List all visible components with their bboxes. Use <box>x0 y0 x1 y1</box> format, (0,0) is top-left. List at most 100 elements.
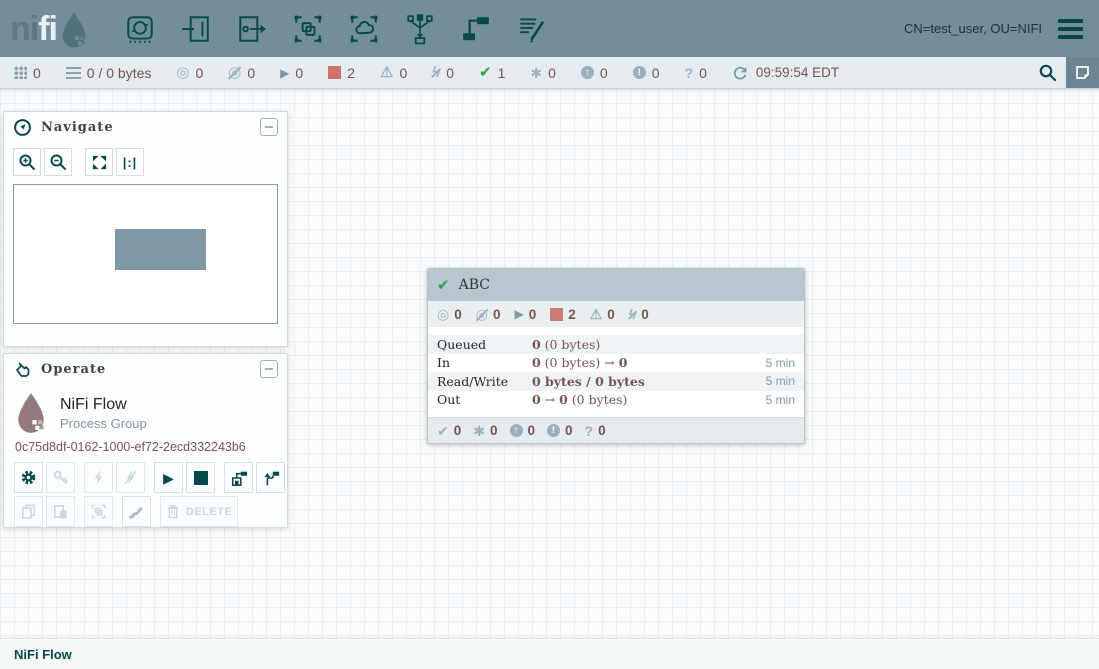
pg-row-out: Out 0 → 0 (0 bytes) 5 min <box>428 391 804 410</box>
paste-button[interactable] <box>46 496 75 527</box>
process-group-abc[interactable]: ✔ ABC ◎ 0 ◎ 0 ▶ 0 2 ⚠ 0 <box>427 268 805 444</box>
running-icon: ▶ <box>280 67 289 79</box>
threads-grid-icon <box>14 66 27 79</box>
birdseye-minimap[interactable] <box>13 184 278 324</box>
refresh-time: 09:59:54 EDT <box>756 65 839 80</box>
group-selection-button[interactable] <box>84 496 113 527</box>
read-write-value: 0 bytes / 0 bytes <box>532 374 766 389</box>
enable-bolt-button[interactable] <box>84 462 113 493</box>
stopped-icon <box>550 308 563 321</box>
up-to-date-count: 1 <box>498 65 506 81</box>
stopped-icon <box>328 66 341 79</box>
breadcrumb-root-link[interactable]: NiFi Flow <box>14 647 72 662</box>
pg-stale-count: 0 <box>528 423 536 438</box>
stop-button[interactable] <box>186 462 215 493</box>
navigate-panel-header[interactable]: Navigate <box>4 112 287 142</box>
process-group-name: ABC <box>459 277 490 293</box>
read-write-time: 5 min <box>766 374 795 388</box>
pg-up-to-date-count: 0 <box>454 423 462 438</box>
status-active-threads: 0 <box>14 65 41 81</box>
pg-locally-modified-count: 0 <box>490 423 498 438</box>
delete-button-label: DELETE <box>186 506 232 518</box>
logo-ni: ni <box>10 10 38 48</box>
pg-stat-not-transmitting: ◎ 0 <box>476 307 501 322</box>
stale-up-arrow-icon: ↑ <box>581 66 594 79</box>
status-disabled: ϟ 0 <box>432 65 454 81</box>
exclamation-circle-icon: ! <box>633 66 646 79</box>
search-button[interactable] <box>1029 57 1066 88</box>
zoom-actual-size-button[interactable]: |:| <box>116 148 144 176</box>
zoom-fit-button[interactable] <box>85 148 113 176</box>
pg-stat-running: ▶ 0 <box>514 307 536 322</box>
process-group-icon[interactable] <box>291 11 325 47</box>
stale-count: 0 <box>600 65 608 81</box>
pg-spacer <box>428 409 804 417</box>
operate-flow-name: NiFi Flow <box>60 395 147 415</box>
pg-stat-disabled: ϟ 0 <box>629 307 649 322</box>
pg-spacer <box>428 327 804 335</box>
pg-stat-stopped: 2 <box>550 307 576 322</box>
output-port-icon[interactable] <box>235 11 269 47</box>
upload-template-button[interactable] <box>256 462 285 493</box>
zoom-in-button[interactable] <box>13 148 41 176</box>
one-to-one-icon: |:| <box>123 155 138 170</box>
policies-key-button[interactable] <box>46 462 75 493</box>
pg-not-transmitting-count: 0 <box>493 307 501 322</box>
navigate-collapse-button[interactable] <box>260 118 278 136</box>
note-button[interactable] <box>1066 57 1099 88</box>
status-locally-modified-and-stale: ! 0 <box>633 65 660 81</box>
pg-disabled-count: 0 <box>641 307 649 322</box>
in-label: In <box>437 355 532 370</box>
pg-stat-transmitting: ◎ 0 <box>437 307 462 322</box>
pg-invalid-count: 0 <box>607 307 615 322</box>
label-icon[interactable] <box>515 11 549 47</box>
save-template-button[interactable] <box>224 462 253 493</box>
refresh-icon[interactable] <box>732 65 748 81</box>
copy-button[interactable] <box>14 496 43 527</box>
app-header: nifi <box>0 0 1099 57</box>
disabled-bolt-icon: ϟ <box>432 65 440 80</box>
operate-collapse-button[interactable] <box>260 360 278 378</box>
pg-footer-stale: ↑ 0 <box>510 423 536 438</box>
process-group-droplet-icon <box>14 391 48 435</box>
sync-failure-question-icon: ? <box>685 66 694 80</box>
pg-running-count: 0 <box>529 307 537 322</box>
pg-row-read-write: Read/Write 0 bytes / 0 bytes 5 min <box>428 372 804 391</box>
flow-canvas[interactable]: Navigate <box>0 89 1099 638</box>
pg-row-in: In 0 (0 bytes) → 0 5 min <box>428 354 804 373</box>
nifi-logo: nifi <box>10 9 89 49</box>
disabled-bolt-icon: ϟ <box>629 307 636 321</box>
delete-button[interactable]: DELETE <box>160 496 238 527</box>
in-value: 0 (0 bytes) → 0 <box>532 355 766 370</box>
start-play-icon: ▶ <box>163 471 174 485</box>
start-button[interactable]: ▶ <box>154 462 183 493</box>
transmitting-icon: ◎ <box>176 65 189 80</box>
pg-transmitting-count: 0 <box>454 307 462 322</box>
process-group-stats-row: ◎ 0 ◎ 0 ▶ 0 2 ⚠ 0 ϟ 0 <box>428 301 804 327</box>
nifi-logo-text: nifi <box>10 9 57 49</box>
sync-failure-question-icon: ? <box>585 424 594 438</box>
pg-row-queued: Queued 0 (0 bytes) <box>428 335 804 354</box>
status-locally-modified: ✱ 0 <box>530 65 556 81</box>
template-icon[interactable] <box>459 11 493 47</box>
status-refresh: 09:59:54 EDT <box>732 65 839 81</box>
global-menu-icon[interactable] <box>1056 15 1085 43</box>
stop-square-icon <box>194 471 208 485</box>
transmitting-icon: ◎ <box>437 307 449 321</box>
fill-color-brush-button[interactable] <box>122 496 151 527</box>
operate-panel-header[interactable]: Operate <box>4 354 287 384</box>
disable-bolt-button[interactable] <box>116 462 145 493</box>
pg-lm-stale-count: 0 <box>565 423 573 438</box>
zoom-out-button[interactable] <box>44 148 72 176</box>
locally-modified-asterisk-icon: ✱ <box>530 66 542 80</box>
transmitting-count: 0 <box>195 65 203 81</box>
funnel-icon[interactable] <box>403 11 437 47</box>
running-icon: ▶ <box>514 308 523 320</box>
input-port-icon[interactable] <box>179 11 213 47</box>
remote-process-group-icon[interactable] <box>347 11 381 47</box>
locally-modified-and-stale-count: 0 <box>652 65 660 81</box>
processor-icon[interactable] <box>123 11 157 47</box>
configure-gear-button[interactable] <box>14 462 43 493</box>
nifi-droplet-icon <box>59 11 89 49</box>
pg-footer-up-to-date: ✔ 0 <box>437 423 461 438</box>
